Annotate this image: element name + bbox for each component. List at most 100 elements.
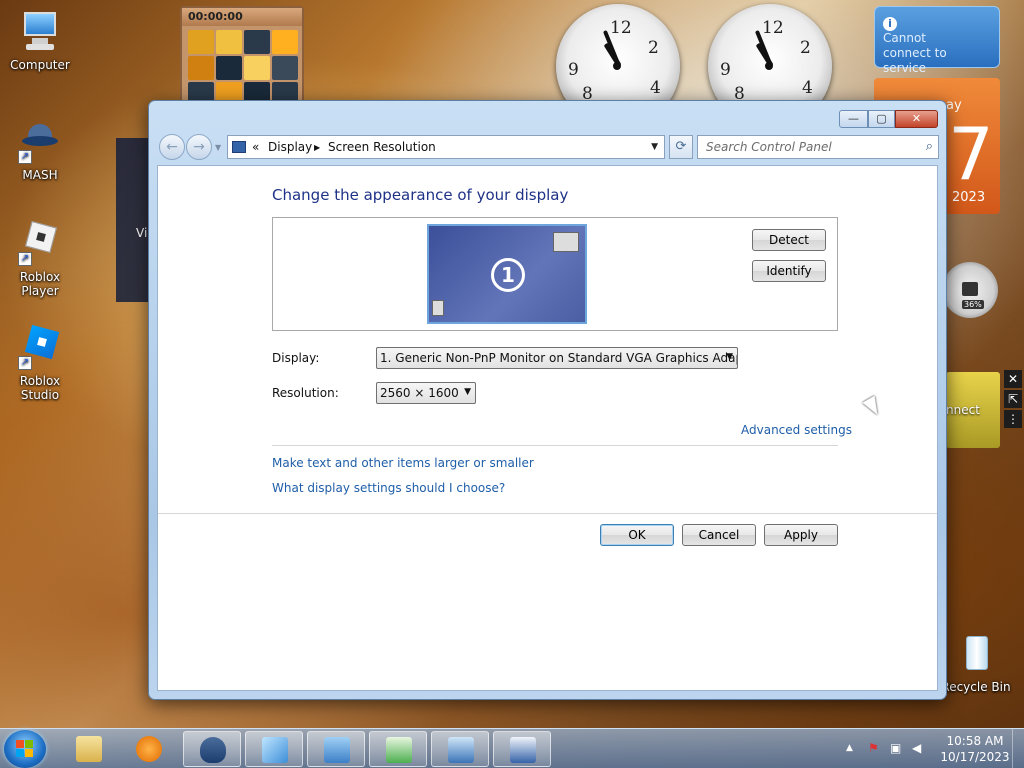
start-button[interactable]	[4, 730, 46, 768]
ufo-icon	[200, 737, 226, 763]
forward-button[interactable]: →	[186, 134, 212, 160]
roblox-studio-icon: ↗	[18, 324, 62, 370]
detect-button[interactable]: Detect	[752, 229, 826, 251]
chip-icon	[962, 282, 978, 296]
window-controls: — ▢ ✕	[839, 110, 938, 128]
taskbar-explorer[interactable]	[60, 731, 118, 767]
puzzle-timer: 00:00:00	[182, 8, 302, 26]
divider	[272, 445, 838, 446]
chevron-down-icon: ▼	[464, 387, 471, 397]
folder-icon	[76, 736, 102, 762]
desktop-icon-computer[interactable]: Computer	[0, 10, 80, 72]
taskbar-control-panel[interactable]	[307, 731, 365, 767]
breadcrumb-overflow[interactable]: «	[252, 140, 259, 154]
resolution-select-value: 2560 × 1600	[380, 386, 459, 400]
resolution-label: Resolution:	[272, 386, 339, 400]
address-bar[interactable]: « Display ▶ Screen Resolution ▼	[227, 135, 665, 159]
identify-button[interactable]: Identify	[752, 260, 826, 282]
search-input[interactable]: Search Control Panel ⌕	[697, 135, 939, 159]
refresh-button[interactable]: ⟳	[669, 135, 693, 159]
connect-gadget-text: nnect	[946, 403, 980, 417]
show-desktop-button[interactable]	[1012, 729, 1024, 768]
display-label: Display:	[272, 351, 320, 365]
calendar-day: ay	[946, 98, 962, 113]
screen-resolution-window: — ▢ ✕ ← → ▼ « Display ▶ Screen Resolutio…	[148, 100, 947, 700]
weather-gadget-notice[interactable]: i Cannot connect to service	[874, 6, 1000, 75]
desktop-icon-recycle-bin[interactable]: Recycle Bin	[936, 632, 1016, 694]
desktop-icon-label: Computer	[10, 58, 70, 72]
computer-icon	[18, 10, 62, 54]
desktop-icon-label: Roblox Studio	[19, 374, 61, 402]
display-icon	[510, 737, 536, 763]
show-hidden-icons-button[interactable]: ▲	[846, 743, 853, 753]
breadcrumb-separator-icon[interactable]: ▶	[314, 143, 320, 152]
taskbar-checklist[interactable]	[369, 731, 427, 767]
media-player-icon	[136, 736, 162, 762]
display-help-link[interactable]: What display settings should I choose?	[272, 481, 505, 495]
advanced-settings-link[interactable]: Advanced settings	[741, 423, 852, 437]
window-thumbnail-icon	[553, 232, 579, 252]
apply-button[interactable]: Apply	[764, 524, 838, 546]
breadcrumb-display[interactable]: Display	[268, 140, 312, 154]
taskbar-mash[interactable]	[183, 731, 241, 767]
close-button[interactable]: ✕	[895, 110, 938, 128]
page-title: Change the appearance of your display	[272, 186, 569, 204]
info-icon: i	[883, 17, 897, 31]
notice-text: Cannot connect to service	[883, 31, 947, 75]
document-thumbnail-icon	[432, 300, 444, 316]
divider	[158, 513, 937, 514]
close-icon[interactable]: ✕	[1004, 370, 1022, 388]
roblox-player-icon: ↗	[18, 221, 62, 266]
display-preview: 1 Detect Identify	[272, 217, 838, 331]
desktop-icon-roblox-studio[interactable]: ↗ Roblox Studio	[0, 324, 80, 402]
taskbar: ▲ ⚑ ▣ ◀ 10:58 AM 10/17/2023	[0, 728, 1024, 768]
network-icon[interactable]: ▣	[890, 741, 901, 755]
action-center-icon[interactable]: ⚑	[868, 741, 879, 755]
search-icon[interactable]: ⌕	[926, 139, 933, 154]
address-dropdown-icon[interactable]: ▼	[651, 142, 658, 152]
drag-handle-icon[interactable]: ⋮	[1004, 410, 1022, 428]
background-window-text: Vi	[136, 226, 148, 240]
taskbar-media-player[interactable]	[120, 731, 178, 767]
cpu-meter-gadget[interactable]: 36%	[942, 262, 998, 318]
resolution-select[interactable]: 2560 × 1600 ▼	[376, 382, 476, 404]
cancel-button[interactable]: Cancel	[682, 524, 756, 546]
recycle-bin-icon	[954, 632, 998, 676]
connect-gadget[interactable]: nnect	[946, 372, 1000, 448]
picture-puzzle-gadget[interactable]: 00:00:00	[180, 6, 304, 106]
windows-logo-icon	[16, 740, 34, 758]
back-button[interactable]: ←	[159, 134, 185, 160]
breadcrumb-screen-resolution[interactable]: Screen Resolution	[328, 140, 436, 154]
desktop-icon-roblox-player[interactable]: ↗ Roblox Player	[0, 221, 80, 298]
shortcut-arrow-icon: ↗	[18, 356, 32, 370]
calendar-date: 7	[948, 112, 994, 196]
display-select[interactable]: 1. Generic Non-PnP Monitor on Standard V…	[376, 347, 738, 369]
ufo-icon: ↗	[18, 120, 62, 164]
shortcut-arrow-icon: ↗	[18, 150, 32, 164]
navigation-bar: ← → ▼ « Display ▶ Screen Resolution ▼ ⟳ …	[157, 133, 939, 161]
recent-pages-dropdown[interactable]: ▼	[215, 143, 221, 152]
minimize-button[interactable]: —	[839, 110, 868, 128]
text-size-link[interactable]: Make text and other items larger or smal…	[272, 456, 534, 470]
puzzle-grid[interactable]	[182, 26, 302, 110]
search-placeholder: Search Control Panel	[706, 140, 832, 154]
desktop-icon-label: MASH	[22, 168, 58, 182]
clock-time: 10:58 AM	[946, 734, 1004, 748]
desktop-icon-label: Recycle Bin	[941, 680, 1011, 694]
monitor-number-badge: 1	[491, 258, 525, 292]
content-pane: Change the appearance of your display 1 …	[157, 165, 938, 691]
taskbar-app-plane[interactable]	[245, 731, 303, 767]
desktop-icon-mash[interactable]: ↗ MASH	[0, 120, 80, 182]
expand-icon[interactable]: ⇱	[1004, 390, 1022, 408]
taskbar-network[interactable]	[431, 731, 489, 767]
volume-icon[interactable]: ◀	[912, 741, 921, 755]
maximize-button[interactable]: ▢	[868, 110, 895, 128]
checkmark-icon	[386, 737, 412, 763]
control-panel-icon	[324, 737, 350, 763]
ok-button[interactable]: OK	[600, 524, 674, 546]
shortcut-arrow-icon: ↗	[18, 252, 32, 266]
taskbar-clock[interactable]: 10:58 AM 10/17/2023	[940, 733, 1010, 765]
taskbar-screen-resolution[interactable]	[493, 731, 551, 767]
monitor-thumbnail[interactable]: 1	[427, 224, 587, 324]
cpu-percent: 36%	[962, 300, 984, 309]
